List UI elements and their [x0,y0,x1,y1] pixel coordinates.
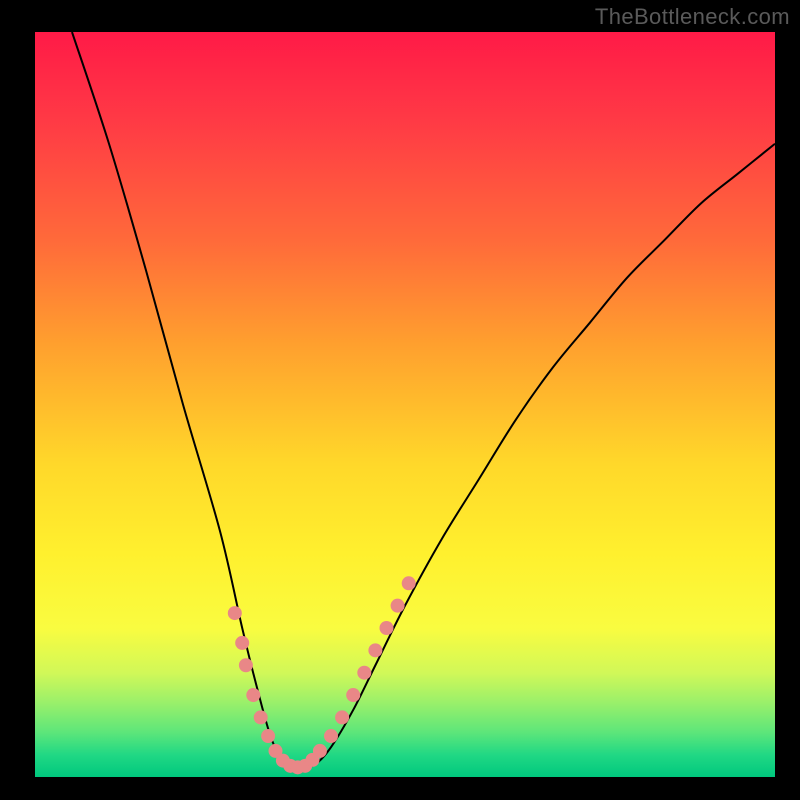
marker-group [228,576,416,774]
data-marker [246,688,260,702]
data-marker [346,688,360,702]
chart-frame: TheBottleneck.com [0,0,800,800]
data-marker [313,744,327,758]
data-marker [391,599,405,613]
bottleneck-curve [72,32,775,769]
plot-area [35,32,775,777]
data-marker [402,576,416,590]
data-marker [357,666,371,680]
data-marker [380,621,394,635]
data-marker [235,636,249,650]
data-marker [254,710,268,724]
data-marker [335,710,349,724]
watermark-text: TheBottleneck.com [595,4,790,30]
data-marker [228,606,242,620]
data-marker [239,658,253,672]
chart-svg [35,32,775,777]
data-marker [261,729,275,743]
data-marker [368,643,382,657]
data-marker [324,729,338,743]
